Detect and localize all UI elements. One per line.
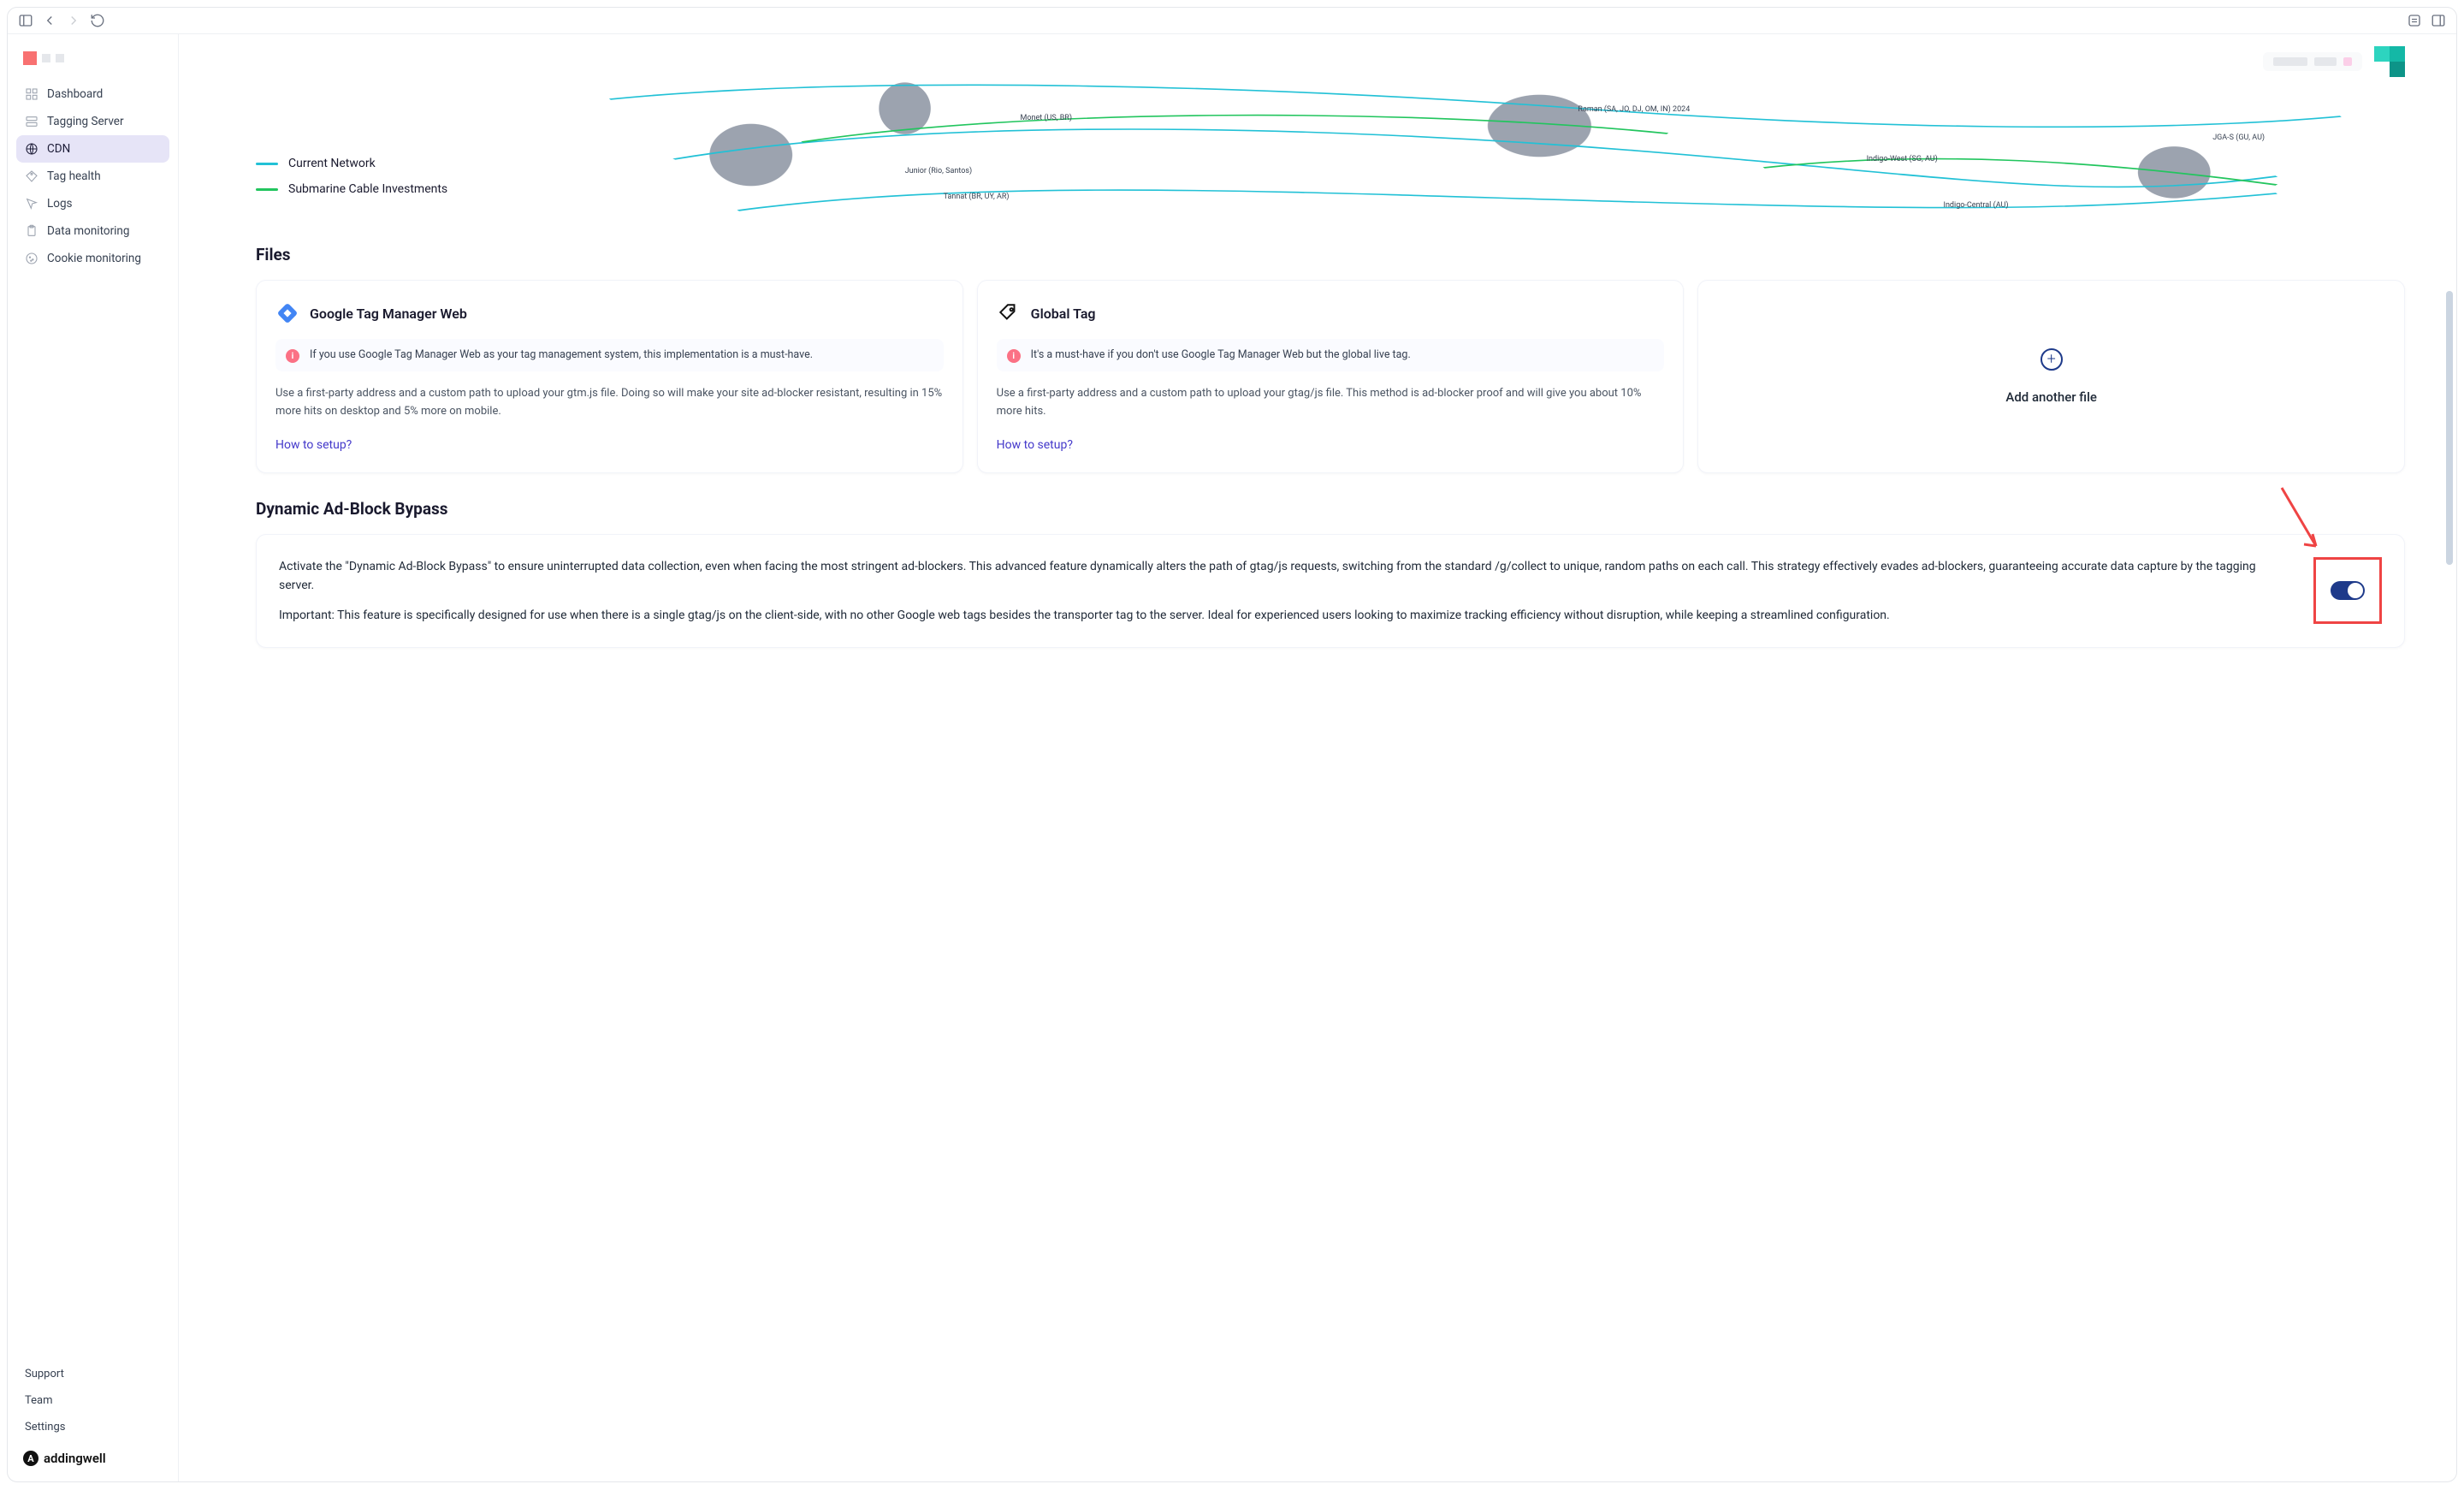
workspace-logo	[16, 46, 169, 80]
files-cards: Google Tag Manager Web i If you use Goog…	[256, 280, 2405, 473]
info-icon: i	[286, 349, 299, 363]
sidebar-item-logs[interactable]: Logs	[16, 190, 169, 217]
file-card-global-tag: Global Tag i It's a must-have if you don…	[977, 280, 1685, 473]
clipboard-icon	[25, 224, 38, 238]
avatar[interactable]	[2374, 46, 2405, 77]
bypass-heading: Dynamic Ad-Block Bypass	[256, 499, 2405, 519]
sidebar-link-settings[interactable]: Settings	[16, 1414, 169, 1440]
legend-swatch-submarine	[256, 188, 278, 191]
card-title: Google Tag Manager Web	[310, 306, 467, 322]
sidebar-item-cdn[interactable]: CDN	[16, 135, 169, 163]
how-to-setup-link[interactable]: How to setup?	[997, 438, 1665, 452]
browser-toolbar	[8, 8, 2456, 34]
extensions-icon[interactable]	[2407, 13, 2422, 28]
files-heading: Files	[256, 245, 2405, 264]
card-description: Use a first-party address and a custom p…	[275, 385, 944, 421]
sidebar-item-tag-health[interactable]: Tag health	[16, 163, 169, 190]
sidebar-item-tagging-server[interactable]: Tagging Server	[16, 108, 169, 135]
sidebar: Dashboard Tagging Server CDN Tag health …	[8, 34, 179, 1481]
grid-icon	[25, 87, 38, 101]
server-icon	[25, 115, 38, 128]
map-label-indigo-west: Indigo-West (SG, AU)	[1867, 155, 1938, 163]
sidebar-item-label: Dashboard	[47, 87, 103, 101]
brand-name: addingwell	[44, 1451, 106, 1466]
bypass-toggle[interactable]	[2331, 581, 2365, 600]
map-label-raman: Raman (SA, JO, DJ, OM, IN) 2024	[1578, 105, 1690, 114]
sidebar-link-team[interactable]: Team	[16, 1387, 169, 1414]
card-description: Use a first-party address and a custom p…	[997, 385, 1665, 421]
bypass-card: Activate the "Dynamic Ad-Block Bypass" t…	[256, 534, 2405, 648]
info-text: It's a must-have if you don't use Google…	[1031, 347, 1411, 363]
bypass-paragraph-1: Activate the "Dynamic Ad-Block Bypass" t…	[279, 557, 2279, 596]
sidebar-link-support[interactable]: Support	[16, 1361, 169, 1387]
network-map-section: Current Network Submarine Cable Investme…	[256, 82, 2405, 228]
tag-outline-icon	[997, 301, 1021, 325]
brand: A addingwell	[16, 1440, 169, 1469]
file-card-gtm: Google Tag Manager Web i If you use Goog…	[256, 280, 963, 473]
bypass-toggle-highlight	[2313, 557, 2382, 624]
sidebar-item-label: Logs	[47, 197, 73, 211]
sidebar-item-cookie-monitoring[interactable]: Cookie monitoring	[16, 245, 169, 272]
map-label-junior: Junior (Rio, Santos)	[905, 167, 972, 175]
legend-swatch-current	[256, 163, 278, 165]
browser-frame: Dashboard Tagging Server CDN Tag health …	[7, 7, 2457, 1482]
gtm-icon	[275, 301, 299, 325]
map-label-monet: Monet (US, BR)	[1021, 114, 1072, 122]
sidebar-item-label: Tag health	[47, 169, 101, 183]
sidebar-item-label: Tagging Server	[47, 115, 124, 128]
info-callout: i If you use Google Tag Manager Web as y…	[275, 339, 944, 371]
map-label-tannat: Tannat (BR, UY, AR)	[944, 193, 1010, 201]
workspace-switcher[interactable]	[2263, 52, 2362, 71]
how-to-setup-link[interactable]: How to setup?	[275, 438, 944, 452]
cursor-icon	[25, 197, 38, 211]
bypass-paragraph-2: Important: This feature is specifically …	[279, 606, 2279, 625]
globe-icon	[25, 142, 38, 156]
info-text: If you use Google Tag Manager Web as you…	[310, 347, 813, 363]
map-label-indigo-central: Indigo-Central (AU)	[1944, 201, 2009, 210]
info-callout: i It's a must-have if you don't use Goog…	[997, 339, 1665, 371]
add-file-label: Add another file	[2005, 389, 2097, 405]
info-icon: i	[1007, 349, 1021, 363]
sidebar-item-label: Cookie monitoring	[47, 252, 141, 265]
panels-icon[interactable]	[2431, 13, 2446, 28]
legend-current-network: Current Network	[288, 157, 376, 170]
map-label-jgas: JGA-S (GU, AU)	[2212, 134, 2265, 142]
brand-badge-icon: A	[23, 1451, 38, 1466]
cookie-icon	[25, 252, 38, 265]
add-file-card[interactable]: + Add another file	[1697, 280, 2405, 473]
main-content: Current Network Submarine Cable Investme…	[179, 34, 2456, 1481]
sidebar-toggle-icon[interactable]	[18, 13, 33, 28]
back-icon[interactable]	[42, 13, 57, 28]
reload-icon[interactable]	[90, 13, 105, 28]
legend-submarine: Submarine Cable Investments	[288, 182, 447, 196]
sidebar-item-dashboard[interactable]: Dashboard	[16, 80, 169, 108]
scrollbar[interactable]	[2446, 68, 2453, 1475]
tag-icon	[25, 169, 38, 183]
card-title: Global Tag	[1031, 306, 1096, 322]
map-legend: Current Network Submarine Cable Investme…	[256, 157, 447, 196]
sidebar-item-data-monitoring[interactable]: Data monitoring	[16, 217, 169, 245]
sidebar-item-label: CDN	[47, 142, 70, 156]
world-map: Monet (US, BR) Junior (Rio, Santos) Tann…	[482, 82, 2405, 228]
sidebar-item-label: Data monitoring	[47, 224, 129, 238]
forward-icon[interactable]	[66, 13, 81, 28]
plus-icon: +	[2040, 348, 2063, 371]
